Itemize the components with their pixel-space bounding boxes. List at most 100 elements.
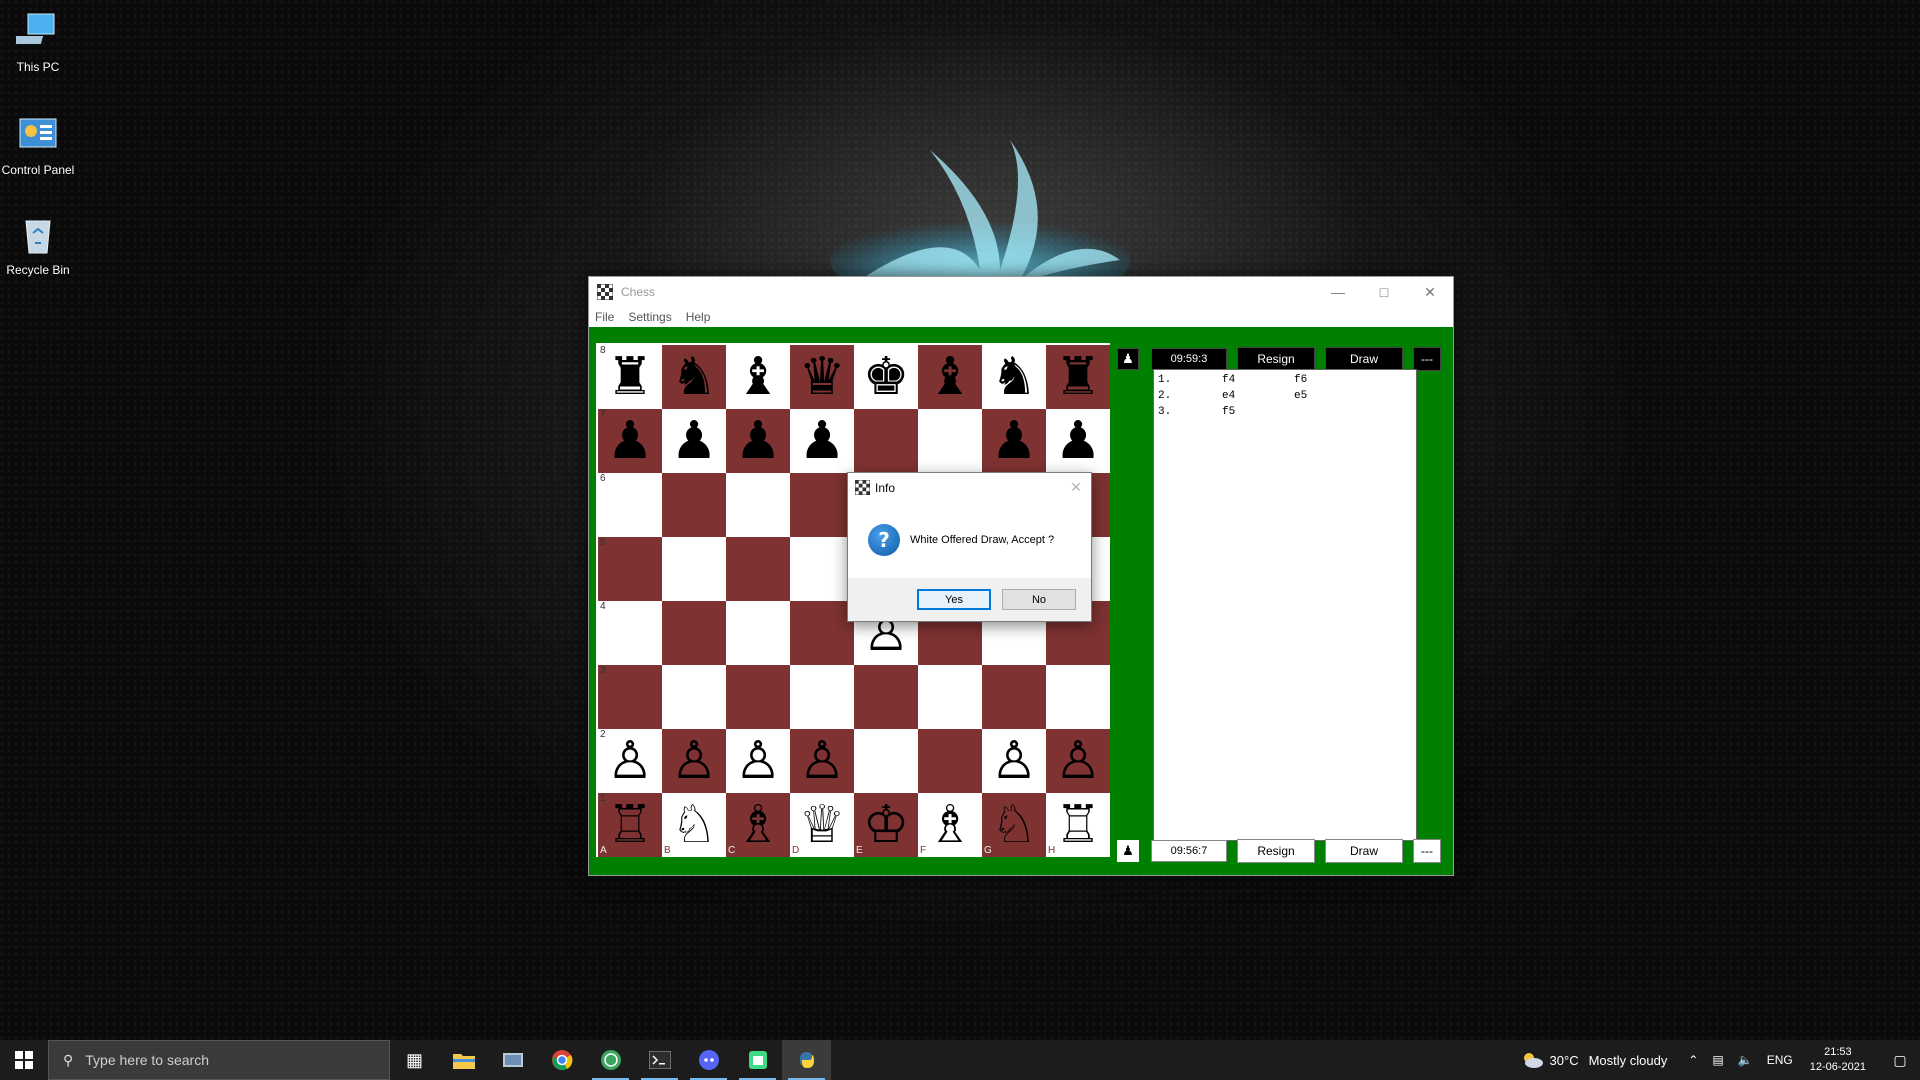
board-square-d2[interactable]: ♙: [790, 729, 854, 793]
network-icon[interactable]: ▤: [1712, 1053, 1723, 1067]
white-more-button[interactable]: ---: [1413, 839, 1441, 863]
board-square-e8[interactable]: ♚: [854, 345, 918, 409]
board-square-f7[interactable]: [918, 409, 982, 473]
board-square-a3[interactable]: 3: [598, 665, 662, 729]
white-draw-button[interactable]: Draw: [1325, 839, 1403, 863]
chess-piece[interactable]: ♝: [927, 351, 974, 403]
terminal-icon[interactable]: [635, 1040, 684, 1080]
board-square-c8[interactable]: ♝: [726, 345, 790, 409]
yes-button[interactable]: Yes: [917, 589, 991, 610]
board-square-f1[interactable]: F ♗: [918, 793, 982, 857]
board-square-a5[interactable]: 5: [598, 537, 662, 601]
board-square-e1[interactable]: E ♔: [854, 793, 918, 857]
file-explorer-icon[interactable]: [439, 1040, 488, 1080]
minimize-button[interactable]: —: [1315, 277, 1361, 307]
chess-piece[interactable]: ♗: [735, 799, 782, 851]
chess-piece[interactable]: ♙: [735, 735, 782, 787]
black-draw-button[interactable]: Draw: [1325, 347, 1403, 371]
board-square-g3[interactable]: [982, 665, 1046, 729]
board-square-e2[interactable]: [854, 729, 918, 793]
black-more-button[interactable]: ---: [1413, 347, 1441, 371]
board-square-b7[interactable]: ♟: [662, 409, 726, 473]
chess-piece[interactable]: ♔: [863, 799, 910, 851]
notification-icon[interactable]: ▢: [1880, 1040, 1920, 1080]
board-square-c5[interactable]: [726, 537, 790, 601]
board-square-a4[interactable]: 4: [598, 601, 662, 665]
chess-piece[interactable]: ♜: [607, 351, 654, 403]
task-view-icon[interactable]: ▦: [390, 1040, 439, 1080]
white-resign-button[interactable]: Resign: [1237, 839, 1315, 863]
maximize-button[interactable]: □: [1361, 277, 1407, 307]
start-button[interactable]: [0, 1040, 48, 1080]
board-square-h2[interactable]: ♙: [1046, 729, 1110, 793]
chess-piece[interactable]: ♙: [991, 735, 1038, 787]
black-resign-button[interactable]: Resign: [1237, 347, 1315, 371]
volume-icon[interactable]: 🔈: [1738, 1053, 1753, 1067]
chess-piece[interactable]: ♝: [735, 351, 782, 403]
desktop-icon-this-pc[interactable]: This PC: [0, 10, 76, 74]
chess-piece[interactable]: ♙: [799, 735, 846, 787]
board-square-f3[interactable]: [918, 665, 982, 729]
board-square-c1[interactable]: C ♗: [726, 793, 790, 857]
board-square-d6[interactable]: [790, 473, 854, 537]
board-square-d5[interactable]: [790, 537, 854, 601]
board-square-c7[interactable]: ♟: [726, 409, 790, 473]
chess-piece[interactable]: ♟: [991, 415, 1038, 467]
board-square-b8[interactable]: ♞: [662, 345, 726, 409]
board-square-h3[interactable]: [1046, 665, 1110, 729]
chess-piece[interactable]: ♟: [671, 415, 718, 467]
chess-piece[interactable]: ♟: [799, 415, 846, 467]
board-square-b4[interactable]: [662, 601, 726, 665]
board-square-d3[interactable]: [790, 665, 854, 729]
board-square-h1[interactable]: H ♖: [1046, 793, 1110, 857]
chess-piece[interactable]: ♗: [927, 799, 974, 851]
board-square-g7[interactable]: ♟: [982, 409, 1046, 473]
chess-piece[interactable]: ♘: [991, 799, 1038, 851]
chess-piece[interactable]: ♟: [1055, 415, 1102, 467]
desktop-icon-control-panel[interactable]: Control Panel: [0, 113, 76, 177]
chess-piece[interactable]: ♙: [607, 735, 654, 787]
board-square-a6[interactable]: 6: [598, 473, 662, 537]
settings-app-icon[interactable]: [488, 1040, 537, 1080]
board-square-h8[interactable]: ♜: [1046, 345, 1110, 409]
board-square-b1[interactable]: B ♘: [662, 793, 726, 857]
board-square-h7[interactable]: ♟: [1046, 409, 1110, 473]
chess-piece[interactable]: ♞: [991, 351, 1038, 403]
language-indicator[interactable]: ENG: [1767, 1053, 1793, 1067]
board-square-a1[interactable]: 1 A ♖: [598, 793, 662, 857]
board-square-a2[interactable]: 2 ♙: [598, 729, 662, 793]
board-square-g2[interactable]: ♙: [982, 729, 1046, 793]
menu-help[interactable]: Help: [686, 310, 711, 324]
chess-piece[interactable]: ♙: [1055, 735, 1102, 787]
chrome-icon[interactable]: [537, 1040, 586, 1080]
android-studio-icon[interactable]: [733, 1040, 782, 1080]
chess-piece[interactable]: ♞: [671, 351, 718, 403]
board-square-a7[interactable]: 7 ♟: [598, 409, 662, 473]
board-square-d4[interactable]: [790, 601, 854, 665]
board-square-b3[interactable]: [662, 665, 726, 729]
app-green-globe-icon[interactable]: [586, 1040, 635, 1080]
menu-settings[interactable]: Settings: [628, 310, 671, 324]
chess-piece[interactable]: ♖: [607, 799, 654, 851]
board-square-g8[interactable]: ♞: [982, 345, 1046, 409]
no-button[interactable]: No: [1002, 589, 1076, 610]
board-square-c2[interactable]: ♙: [726, 729, 790, 793]
chess-piece[interactable]: ♖: [1055, 799, 1102, 851]
board-square-e7[interactable]: [854, 409, 918, 473]
menu-file[interactable]: File: [595, 310, 614, 324]
weather-widget[interactable]: 30°C Mostly cloudy: [1520, 1051, 1667, 1069]
board-square-d1[interactable]: D ♕: [790, 793, 854, 857]
board-square-f2[interactable]: [918, 729, 982, 793]
board-square-e3[interactable]: [854, 665, 918, 729]
chess-piece[interactable]: ♟: [607, 415, 654, 467]
chess-piece[interactable]: ♘: [671, 799, 718, 851]
chess-piece[interactable]: ♟: [735, 415, 782, 467]
chess-piece[interactable]: ♜: [1055, 351, 1102, 403]
board-square-c6[interactable]: [726, 473, 790, 537]
chess-piece[interactable]: ♛: [799, 351, 846, 403]
board-square-c3[interactable]: [726, 665, 790, 729]
chess-piece[interactable]: ♕: [799, 799, 846, 851]
python-icon[interactable]: [782, 1040, 831, 1080]
board-square-b6[interactable]: [662, 473, 726, 537]
board-square-d7[interactable]: ♟: [790, 409, 854, 473]
